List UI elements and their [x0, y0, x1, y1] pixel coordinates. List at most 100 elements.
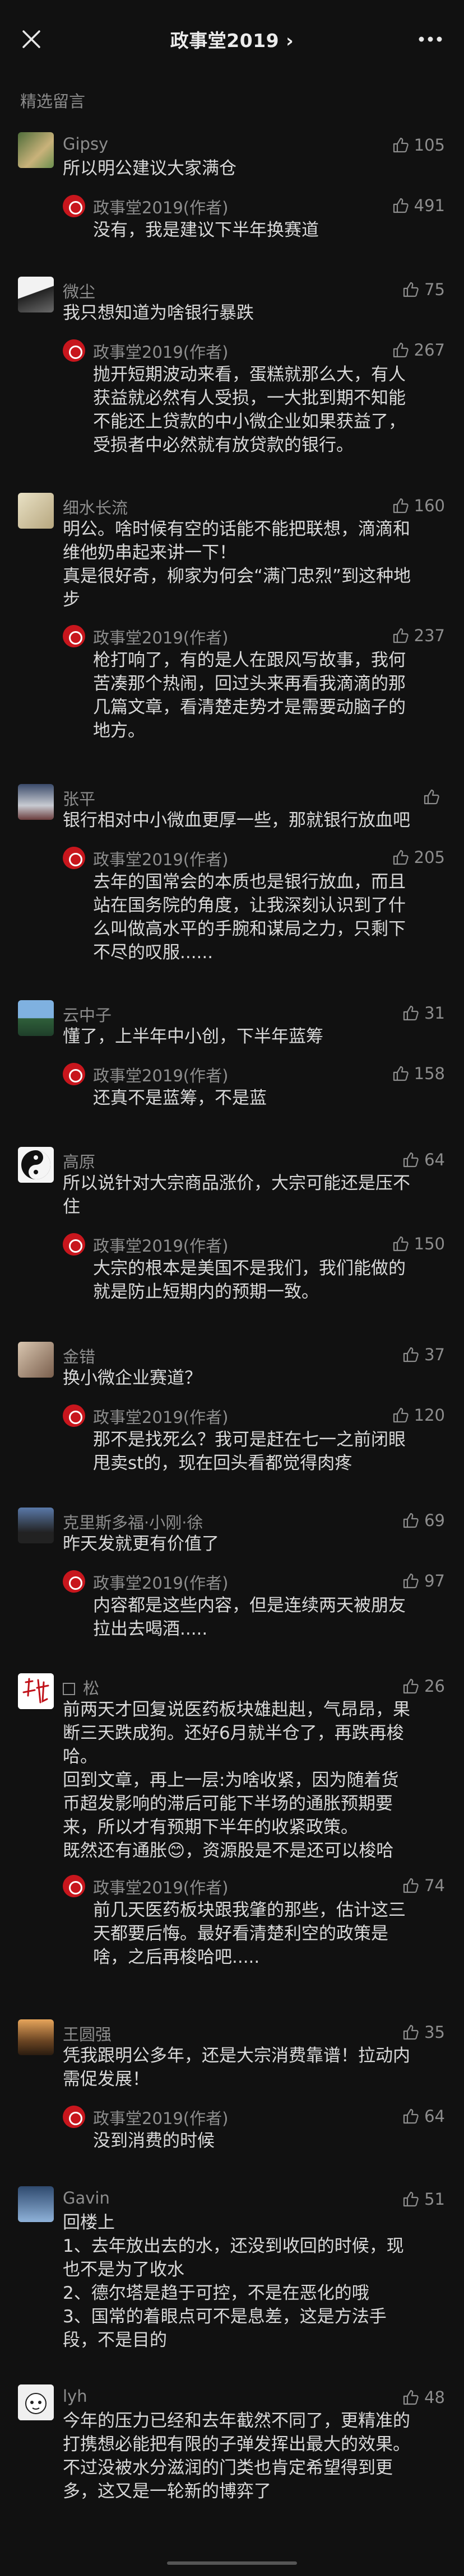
- thumbs-up-icon: [393, 1407, 409, 1423]
- nav-title[interactable]: 政事堂2019 ›: [0, 26, 464, 53]
- like-count: 74: [424, 1876, 445, 1895]
- author-name: 政事堂2019(作者): [93, 343, 229, 362]
- comment-text: 凭我跟明公多年，还是大宗消费靠谱！拉动内 需促发展！: [63, 2046, 410, 2089]
- reply-like-button[interactable]: 64: [402, 2106, 445, 2127]
- like-count: 237: [414, 626, 445, 645]
- like-button[interactable]: 105: [392, 134, 445, 156]
- commenter-name: 张平: [63, 790, 96, 809]
- reply-like-button[interactable]: 150: [392, 1233, 445, 1254]
- author-reply-text: 还真不是蓝筹，不是蓝: [93, 1088, 267, 1108]
- author-reply-text: 前几天医药板块跟我肇的那些，估计这三 天都要后悔。最好看清楚利空的政策是 啥，之…: [93, 1900, 406, 1967]
- thumbs-up-icon: [403, 282, 419, 297]
- commenter-name: 微尘: [63, 282, 96, 301]
- like-count: 26: [424, 1677, 445, 1696]
- reply-like-button[interactable]: 267: [392, 339, 445, 361]
- like-button[interactable]: [423, 786, 445, 808]
- author-name: 政事堂2019(作者): [93, 1574, 229, 1593]
- like-button[interactable]: 26: [402, 1676, 445, 1697]
- avatar[interactable]: [18, 132, 54, 168]
- avatar[interactable]: [18, 493, 54, 529]
- thumbs-up-icon: [403, 1005, 419, 1021]
- like-count: 64: [424, 1150, 445, 1169]
- comment-text: 回楼上 1、去年放出去的水，还没到收回的时候，现 也不是为了收水 2、德尔塔是趋…: [63, 2213, 404, 2350]
- thumbs-up-icon: [424, 789, 439, 805]
- author-reply-text: 抛开短期波动来看，蛋糕就那么大，有人 获益就必然有人受损，一大批到期不知能 不能…: [93, 365, 406, 455]
- like-button[interactable]: 51: [402, 2188, 445, 2210]
- author-name: 政事堂2019(作者): [93, 198, 229, 217]
- thumbs-up-icon: [393, 198, 409, 213]
- author-name: 政事堂2019(作者): [93, 628, 229, 647]
- like-button[interactable]: 37: [402, 1344, 445, 1365]
- home-indicator[interactable]: [167, 2561, 297, 2565]
- commenter-name: 松: [63, 1676, 99, 1699]
- thumbs-up-icon: [403, 1152, 419, 1168]
- like-count: 97: [424, 1571, 445, 1590]
- commenter-name: 王圆强: [63, 2025, 112, 2044]
- reply-like-button[interactable]: 97: [402, 1570, 445, 1592]
- like-button[interactable]: 69: [402, 1510, 445, 1531]
- author-reply-text: 去年的国常会的本质也是银行放血，而且 站在国务院的角度，让我深刻认识到了什 么叫…: [93, 872, 406, 963]
- avatar[interactable]: [18, 1000, 54, 1036]
- reply-like-button[interactable]: 237: [392, 625, 445, 646]
- thumbs-up-icon: [403, 1678, 419, 1694]
- like-button[interactable]: 160: [392, 495, 445, 516]
- avatar[interactable]: [18, 277, 54, 312]
- thumbs-up-icon: [403, 1347, 419, 1362]
- thumbs-up-icon: [403, 2390, 419, 2405]
- like-count: 105: [414, 136, 445, 155]
- author-reply-text: 没有，我是建议下半年换赛道: [93, 220, 319, 240]
- commenter-name: 金错: [63, 1347, 96, 1366]
- commenter-name: 细水长流: [63, 498, 128, 517]
- like-button[interactable]: 48: [402, 2387, 445, 2408]
- thumbs-up-icon: [393, 498, 409, 514]
- avatar[interactable]: [18, 2019, 54, 2055]
- like-count: 205: [414, 848, 445, 867]
- like-count: 69: [424, 1511, 445, 1530]
- author-avatar: [63, 339, 85, 362]
- author-avatar: [63, 1875, 85, 1897]
- avatar[interactable]: [18, 1342, 54, 1378]
- author-reply-text: 枪打响了，有的是人在跟风写故事，我何 苦凑那个热闹，回过头来再看我滴滴的那 几篇…: [93, 650, 406, 741]
- commenter-name: Gipsy: [63, 134, 109, 153]
- thumbs-up-icon: [403, 2108, 419, 2124]
- reply-like-button[interactable]: 205: [392, 847, 445, 868]
- author-name: 政事堂2019(作者): [93, 1878, 229, 1897]
- like-button[interactable]: 64: [402, 1149, 445, 1170]
- author-name: 政事堂2019(作者): [93, 1236, 229, 1256]
- like-button[interactable]: 31: [402, 1002, 445, 1024]
- like-count: 491: [414, 196, 445, 215]
- like-button[interactable]: 35: [402, 2022, 445, 2043]
- thumbs-up-icon: [403, 1573, 419, 1589]
- yin-yang-icon: [21, 1150, 50, 1179]
- more-options-icon[interactable]: [417, 29, 444, 49]
- avatar[interactable]: [18, 2384, 54, 2420]
- comment-text: 所以说针对大宗商品涨价，大宗可能还是压不 住: [63, 1173, 410, 1217]
- comment-text: 我只想知道为啥银行暴跌: [63, 303, 254, 323]
- comment-text: 明公。啥时候有空的话能不能把联想，滴滴和 维他奶串起来讲一下！ 真是很好奇，柳家…: [63, 519, 411, 610]
- nav-bar: 政事堂2019 ›: [0, 0, 464, 78]
- name-box-icon: [63, 1683, 75, 1695]
- avatar[interactable]: [18, 1673, 54, 1709]
- avatar[interactable]: [18, 784, 54, 820]
- commenter-name: lyh: [63, 2387, 87, 2406]
- author-avatar: [63, 1570, 85, 1593]
- comment-text: 换小微企业赛道？: [63, 1368, 202, 1388]
- author-name: 政事堂2019(作者): [93, 1408, 229, 1427]
- avatar[interactable]: [18, 2186, 54, 2222]
- author-avatar: [63, 625, 85, 647]
- reply-like-button[interactable]: 120: [392, 1404, 445, 1426]
- thumbs-up-icon: [393, 850, 409, 865]
- avatar[interactable]: [18, 1508, 54, 1543]
- like-button[interactable]: 75: [402, 279, 445, 300]
- reply-like-button[interactable]: 74: [402, 1875, 445, 1896]
- avatar[interactable]: [18, 1147, 54, 1183]
- author-avatar: [63, 1233, 85, 1256]
- comment-text: 银行相对中小微血更厚一些，那就银行放血吧: [63, 810, 410, 830]
- reply-like-button[interactable]: 158: [392, 1063, 445, 1084]
- comment-text: 前两天才回复说医药板块雄赳赳，气昂昂，果 断三天跌成狗。还好6月就半仓了，再跌再…: [63, 1700, 410, 1861]
- like-count: 75: [424, 280, 445, 299]
- like-count: 37: [424, 1345, 445, 1364]
- comment-text: 所以明公建议大家满仓: [63, 158, 236, 179]
- reply-like-button[interactable]: 491: [392, 195, 445, 216]
- thumbs-up-icon: [403, 1513, 419, 1528]
